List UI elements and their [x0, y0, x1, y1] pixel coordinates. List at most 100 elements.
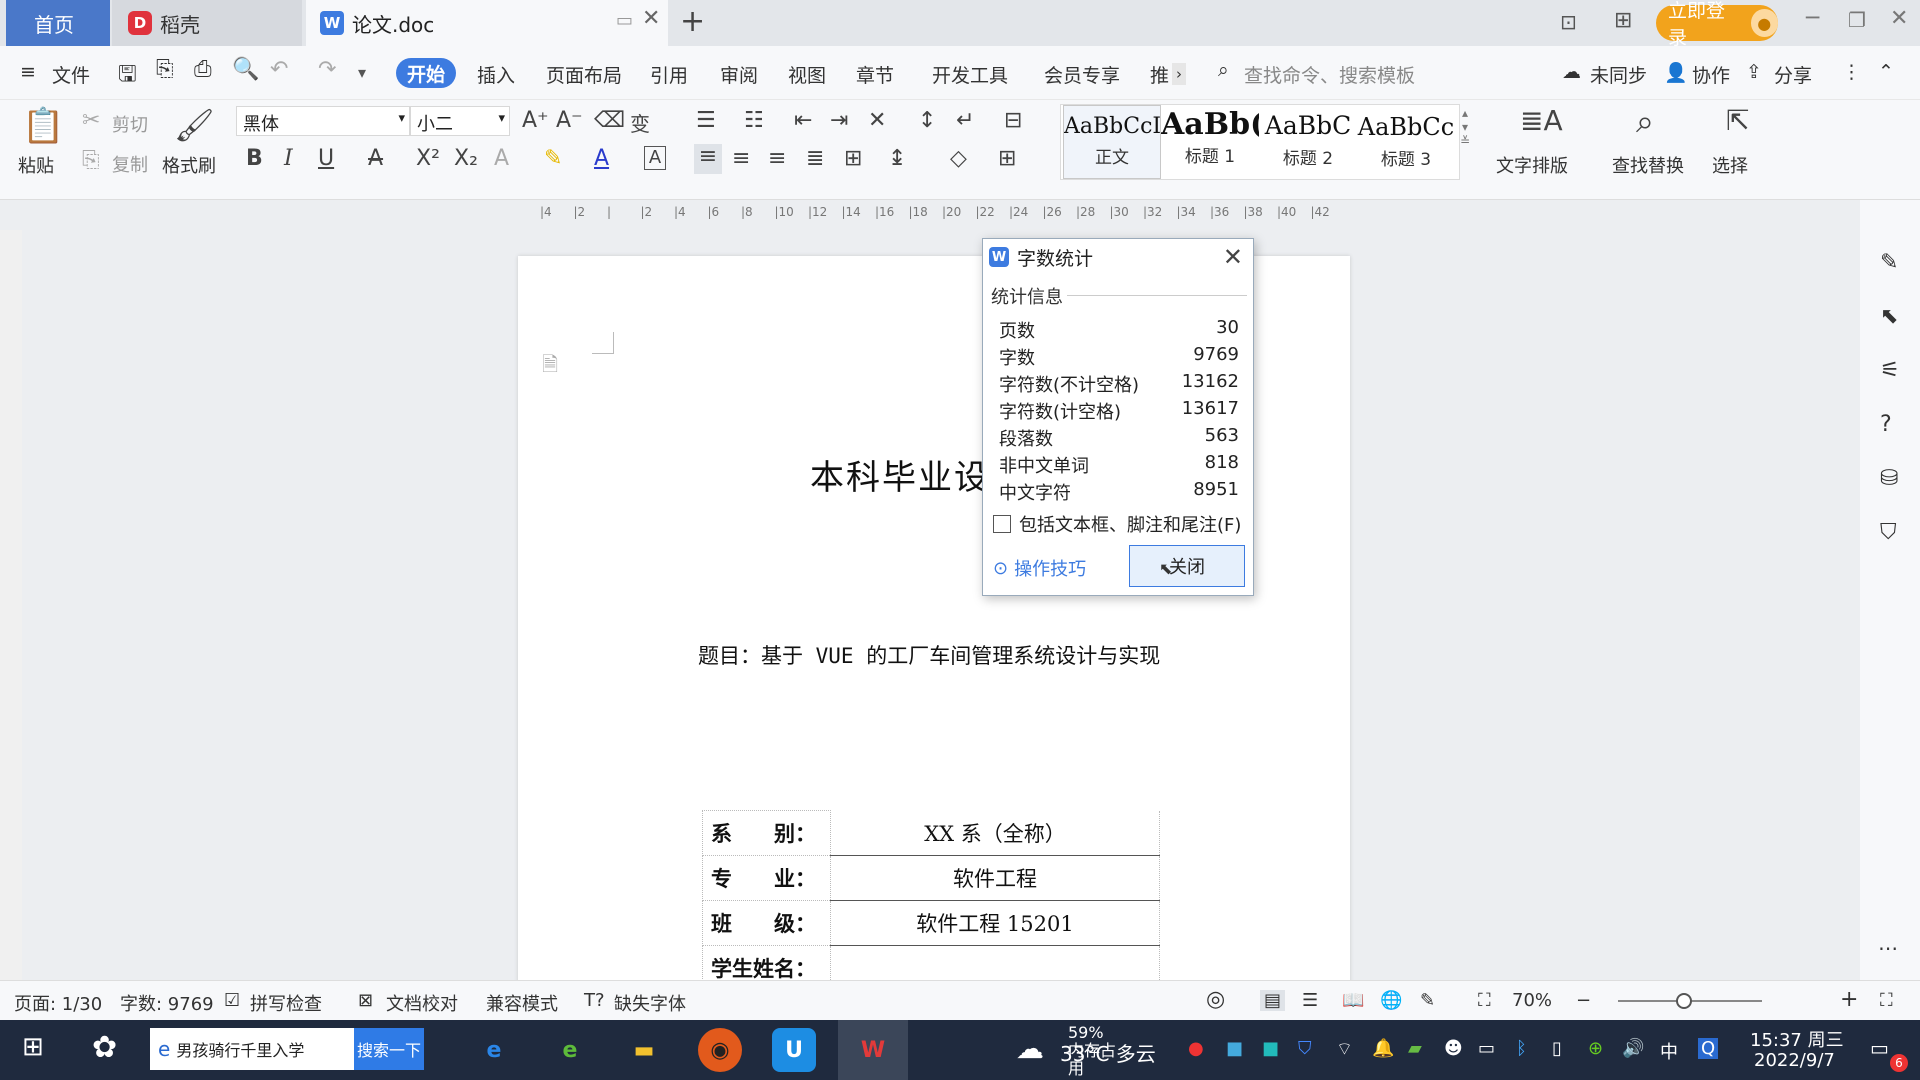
- font-family-select[interactable]: 黑体 ▾: [236, 106, 410, 136]
- increase-indent-icon[interactable]: ⇥: [830, 108, 848, 133]
- align-right-icon[interactable]: ≡: [768, 146, 786, 171]
- wps-taskbar-icon[interactable]: W: [838, 1020, 908, 1080]
- taskbar-search-button[interactable]: 搜索一下: [354, 1028, 424, 1070]
- format-painter-button[interactable]: 格式刷: [162, 152, 216, 178]
- more-options-icon[interactable]: ⋮: [1842, 61, 1861, 83]
- new-tab-icon[interactable]: +: [680, 4, 705, 39]
- app-u-icon[interactable]: U: [772, 1028, 816, 1072]
- select-cursor-icon[interactable]: ⇱: [1726, 104, 1749, 137]
- close-tab-icon[interactable]: ✕: [642, 6, 660, 31]
- tab-view[interactable]: 视图: [788, 61, 826, 88]
- distributed-icon[interactable]: ⊞: [844, 146, 862, 171]
- pin-tab-icon[interactable]: ▭: [616, 10, 633, 31]
- shield-tray-icon[interactable]: ⛉: [1298, 1038, 1312, 1059]
- zoom-in-icon[interactable]: +: [1840, 987, 1858, 1012]
- adjust-icon[interactable]: ⚟: [1880, 358, 1900, 383]
- tips-link[interactable]: ⊙ 操作技巧: [993, 555, 1086, 581]
- text-layout-icon[interactable]: ≣A: [1520, 104, 1563, 137]
- underline-icon[interactable]: U: [318, 146, 334, 171]
- layout-icon[interactable]: ⊡: [1560, 10, 1577, 34]
- show-marks-icon[interactable]: ↵: [956, 108, 974, 133]
- notification-bell-icon[interactable]: 🔔: [1372, 1038, 1394, 1059]
- qq-icon[interactable]: ☻: [1444, 1038, 1463, 1059]
- print-preview-icon[interactable]: 🔍: [232, 57, 259, 82]
- justify-icon[interactable]: ≣: [806, 146, 824, 171]
- input-method-icon[interactable]: Q: [1698, 1038, 1719, 1059]
- reading-view-icon[interactable]: 📖: [1342, 990, 1364, 1011]
- paste-icon[interactable]: 📋: [22, 106, 64, 146]
- highlight-icon[interactable]: ✎: [544, 146, 562, 171]
- tab-review[interactable]: 审阅: [720, 61, 758, 88]
- align-center-icon[interactable]: ≡: [732, 146, 750, 171]
- clock-date[interactable]: 2022/9/7: [1754, 1050, 1835, 1071]
- edit-pen-icon[interactable]: ✎: [1880, 250, 1898, 275]
- table-value[interactable]: 软件工程 15201: [830, 900, 1160, 946]
- web-view-icon[interactable]: 🌐: [1380, 990, 1402, 1011]
- subscript-icon[interactable]: X₂: [454, 146, 478, 171]
- sync-status[interactable]: 未同步: [1590, 61, 1647, 88]
- fit-page-icon[interactable]: ⛶: [1478, 990, 1491, 1011]
- more-tabs-chevron-icon[interactable]: ›: [1172, 63, 1186, 85]
- outline-view-icon[interactable]: ☰: [1302, 990, 1318, 1011]
- minimize-icon[interactable]: ─: [1806, 6, 1819, 31]
- document-subject[interactable]: 题目：基于 VUE 的工厂车间管理系统设计与实现: [698, 640, 1160, 670]
- text-effect-icon[interactable]: A: [494, 146, 509, 171]
- zoom-level[interactable]: 70%: [1512, 990, 1552, 1011]
- select-pointer-icon[interactable]: ⬉: [1880, 304, 1898, 329]
- shrink-font-icon[interactable]: A⁻: [556, 108, 583, 133]
- style-heading-3[interactable]: AaBbCc 标题 3: [1357, 105, 1455, 179]
- battery-icon[interactable]: ▭: [1478, 1038, 1495, 1059]
- tab-developer[interactable]: 开发工具: [932, 61, 1008, 88]
- tab-more[interactable]: 推: [1150, 61, 1169, 88]
- tab-stop-icon[interactable]: ⊟: [1004, 108, 1022, 133]
- ie-browser-icon[interactable]: e: [472, 1028, 516, 1072]
- close-window-icon[interactable]: ✕: [1890, 6, 1908, 31]
- bluetooth-icon[interactable]: ᛒ: [1516, 1038, 1527, 1059]
- grow-font-icon[interactable]: A⁺: [522, 108, 549, 133]
- volume-icon[interactable]: 🔊: [1622, 1038, 1644, 1059]
- clear-format-icon[interactable]: ⌫: [594, 108, 625, 133]
- tab-insert[interactable]: 插入: [477, 61, 515, 88]
- save-icon[interactable]: 🖫: [118, 57, 137, 95]
- tab-chapter[interactable]: 章节: [856, 61, 894, 88]
- align-left-icon[interactable]: ≡: [694, 144, 722, 174]
- doc-icon[interactable]: 🗎: [542, 350, 558, 384]
- style-heading-1[interactable]: AaBb(标题 1: [1161, 105, 1259, 179]
- write-mode-icon[interactable]: ✎: [1420, 990, 1435, 1011]
- include-textbox-checkbox[interactable]: 包括文本框、脚注和尾注(F): [993, 511, 1241, 537]
- restore-icon[interactable]: ❐: [1848, 8, 1866, 32]
- bold-icon[interactable]: B: [246, 146, 263, 171]
- checkbox-box[interactable]: [993, 515, 1011, 533]
- app-launcher-icon[interactable]: ✿: [92, 1030, 117, 1065]
- plus-circle-icon[interactable]: ⊕: [1588, 1038, 1603, 1059]
- horizontal-ruler[interactable]: |4 |2 | |2 |4 |6 |8 |10 |12 |14 |16 |18 |20 |22 |24 |26…: [540, 200, 1340, 224]
- dialog-titlebar[interactable]: W 字数统计: [983, 239, 1253, 275]
- shading-icon[interactable]: ◇: [950, 146, 967, 171]
- font-size-select[interactable]: 小二 ▾: [410, 106, 510, 136]
- table-value[interactable]: 软件工程: [830, 855, 1160, 901]
- style-heading-2[interactable]: AaBbC 标题 2: [1259, 105, 1357, 179]
- fullscreen-icon[interactable]: ⛶: [1880, 990, 1893, 1011]
- dialog-close-icon[interactable]: ✕: [1223, 243, 1243, 271]
- style-normal[interactable]: AaBbCcI 正文: [1063, 105, 1161, 179]
- menu-file[interactable]: 文件: [52, 61, 90, 88]
- font-color-icon[interactable]: A: [594, 146, 609, 171]
- word-count-indicator[interactable]: 字数: 9769: [120, 990, 214, 1016]
- sort-icon[interactable]: ↕: [918, 108, 936, 133]
- clock-time[interactable]: 15:37 周三: [1750, 1026, 1844, 1052]
- hamburger-icon[interactable]: ≡: [20, 61, 36, 83]
- tray-app-icon[interactable]: ■: [1226, 1038, 1243, 1059]
- table-value[interactable]: XX 系（全称）: [830, 810, 1160, 856]
- apps-grid-icon[interactable]: ⊞: [1614, 8, 1632, 33]
- app-cat-icon[interactable]: ◉: [698, 1028, 742, 1072]
- windows-start-icon[interactable]: ⊞: [22, 1032, 44, 1062]
- info-table[interactable]: 系 别： XX 系（全称） 专 业： 软件工程 班 级： 软件工程 15201 学生姓…: [702, 810, 1160, 991]
- char-border-icon[interactable]: A: [644, 146, 666, 170]
- tab-references[interactable]: 引用: [650, 61, 688, 88]
- export-icon[interactable]: ⎘: [156, 57, 174, 82]
- tab-home[interactable]: 首页: [6, 0, 110, 46]
- redo-icon[interactable]: ↷: [318, 57, 336, 82]
- italic-icon[interactable]: I: [284, 146, 293, 171]
- usb-icon[interactable]: ▯: [1552, 1038, 1562, 1059]
- print-icon[interactable]: ⎙: [194, 57, 212, 82]
